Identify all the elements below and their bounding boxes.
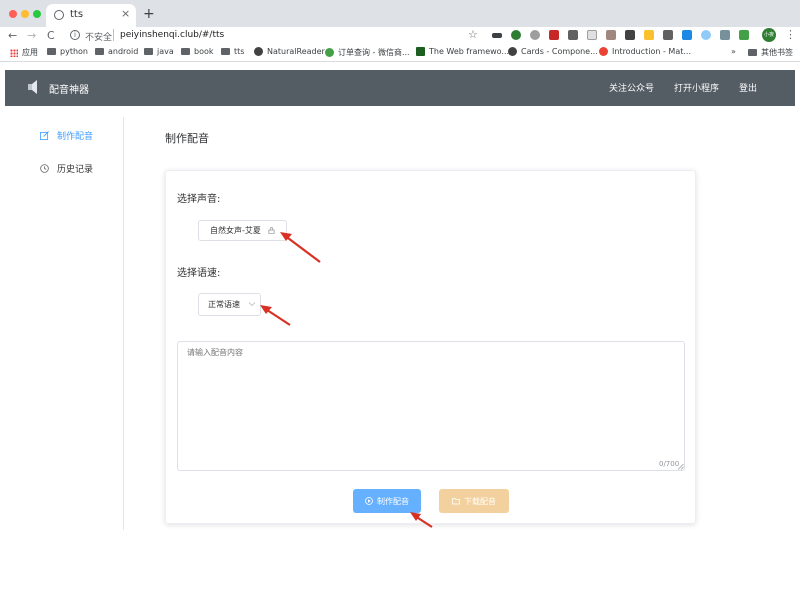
annotation-arrow (283, 234, 321, 263)
annotation-arrows (260, 232, 433, 528)
